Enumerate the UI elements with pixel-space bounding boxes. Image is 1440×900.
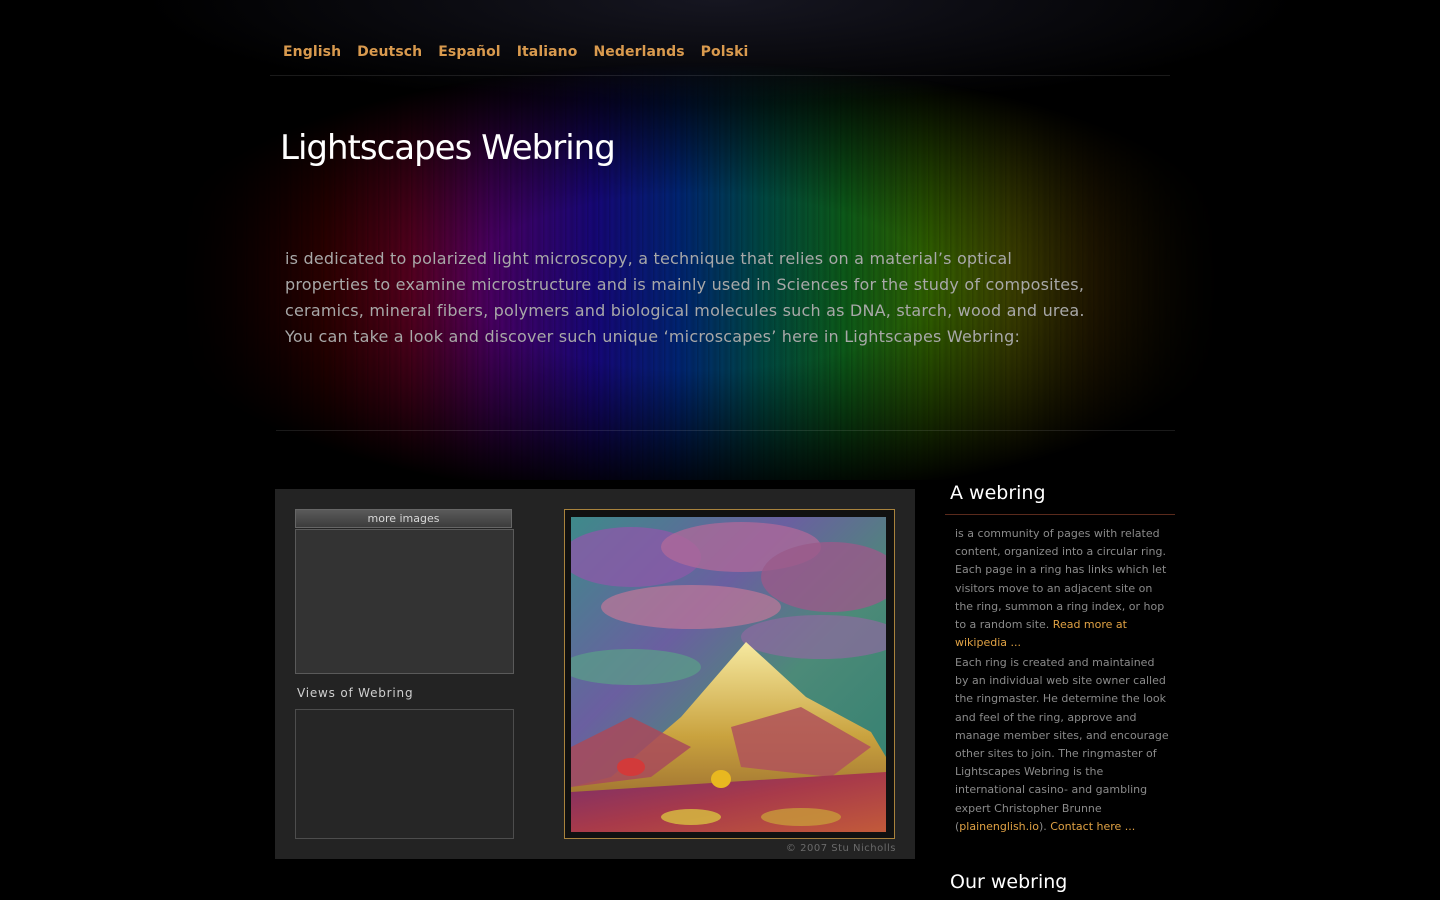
webring-description-text: is a community of pages with related con…: [955, 527, 1167, 632]
main-image-frame: [564, 509, 895, 839]
views-thumbnail-panel[interactable]: [295, 709, 514, 839]
lang-link-italiano[interactable]: Italiano: [517, 44, 578, 64]
lang-link-polski[interactable]: Polski: [701, 44, 749, 64]
language-nav: English Deutsch Español Italiano Nederla…: [283, 44, 748, 64]
lang-link-nederlands[interactable]: Nederlands: [593, 44, 684, 64]
ringmaster-text-mid: ).: [1038, 819, 1051, 833]
plainenglish-link[interactable]: plainenglish.io: [959, 820, 1039, 833]
header-divider: [276, 430, 1175, 431]
contact-link[interactable]: Contact here ...: [1050, 820, 1135, 833]
lang-link-deutsch[interactable]: Deutsch: [357, 44, 422, 64]
sidebar-heading-our-webring: Our webring: [950, 871, 1068, 893]
microscope-image: [571, 517, 886, 832]
thumbnail-panel[interactable]: [295, 529, 514, 674]
ringmaster-description: Each ring is created and maintained by a…: [955, 654, 1170, 836]
copyright-text: © 2007 Stu Nicholls: [785, 843, 896, 854]
webring-description: is a community of pages with related con…: [955, 525, 1170, 652]
lang-link-english[interactable]: English: [283, 44, 341, 64]
microscope-image-art: [571, 517, 886, 832]
intro-text: is dedicated to polarized light microsco…: [285, 249, 1085, 346]
site-title: Lightscapes Webring: [280, 128, 616, 168]
sidebar-heading-webring: A webring: [950, 482, 1046, 504]
lang-link-espanol[interactable]: Español: [438, 44, 500, 64]
ringmaster-text: Each ring is created and maintained by a…: [955, 656, 1169, 833]
sidebar-divider: [945, 514, 1175, 515]
nav-divider: [270, 75, 1170, 76]
image-gallery: more images Views of Webring © 2007 Stu …: [275, 489, 915, 859]
views-label: Views of Webring: [297, 686, 414, 700]
more-images-header[interactable]: more images: [295, 509, 512, 528]
